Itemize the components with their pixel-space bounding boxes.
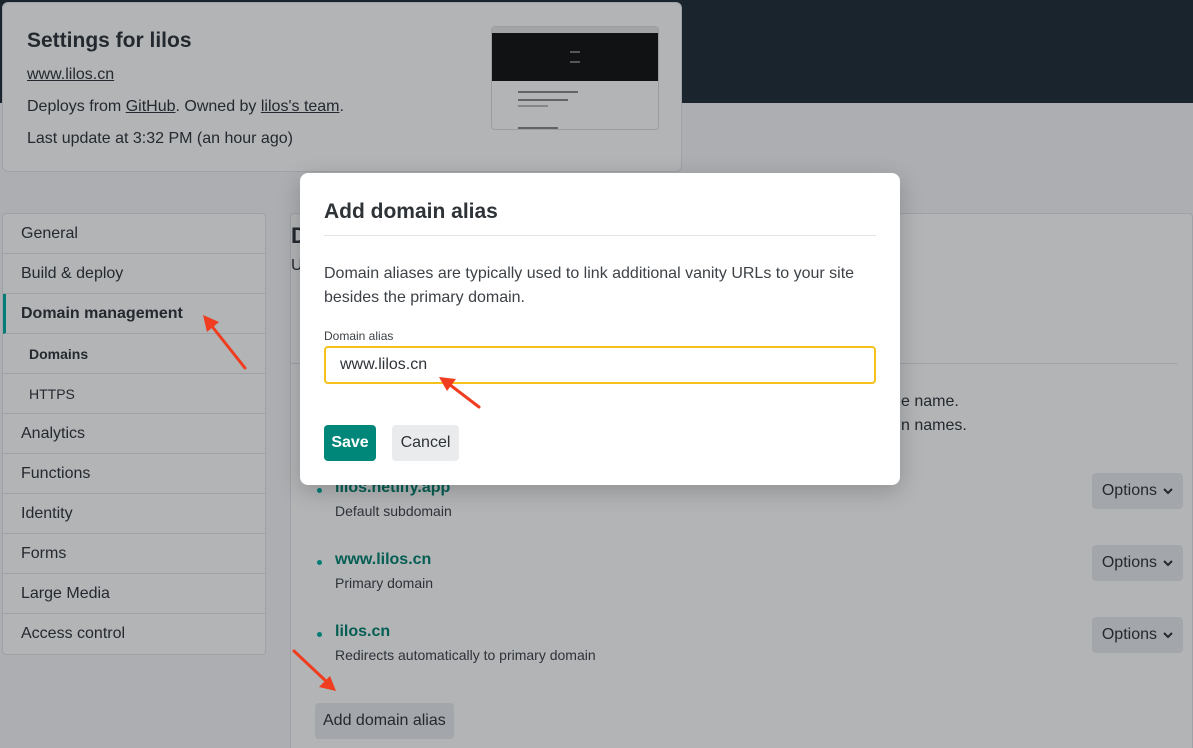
dialog-title: Add domain alias: [324, 200, 498, 223]
cancel-button[interactable]: Cancel: [392, 425, 459, 461]
save-button[interactable]: Save: [324, 425, 376, 461]
annotation-arrow-icon: [203, 315, 247, 370]
dialog-description: Domain aliases are typically used to lin…: [324, 265, 855, 306]
dialog-divider: [324, 235, 876, 236]
domain-alias-input[interactable]: [324, 346, 876, 384]
annotation-arrow-icon: [439, 377, 481, 409]
annotation-arrow-icon: [292, 649, 336, 691]
add-domain-alias-dialog: Add domain alias Domain aliases are typi…: [300, 173, 900, 485]
domain-alias-label: Domain alias: [324, 329, 394, 343]
